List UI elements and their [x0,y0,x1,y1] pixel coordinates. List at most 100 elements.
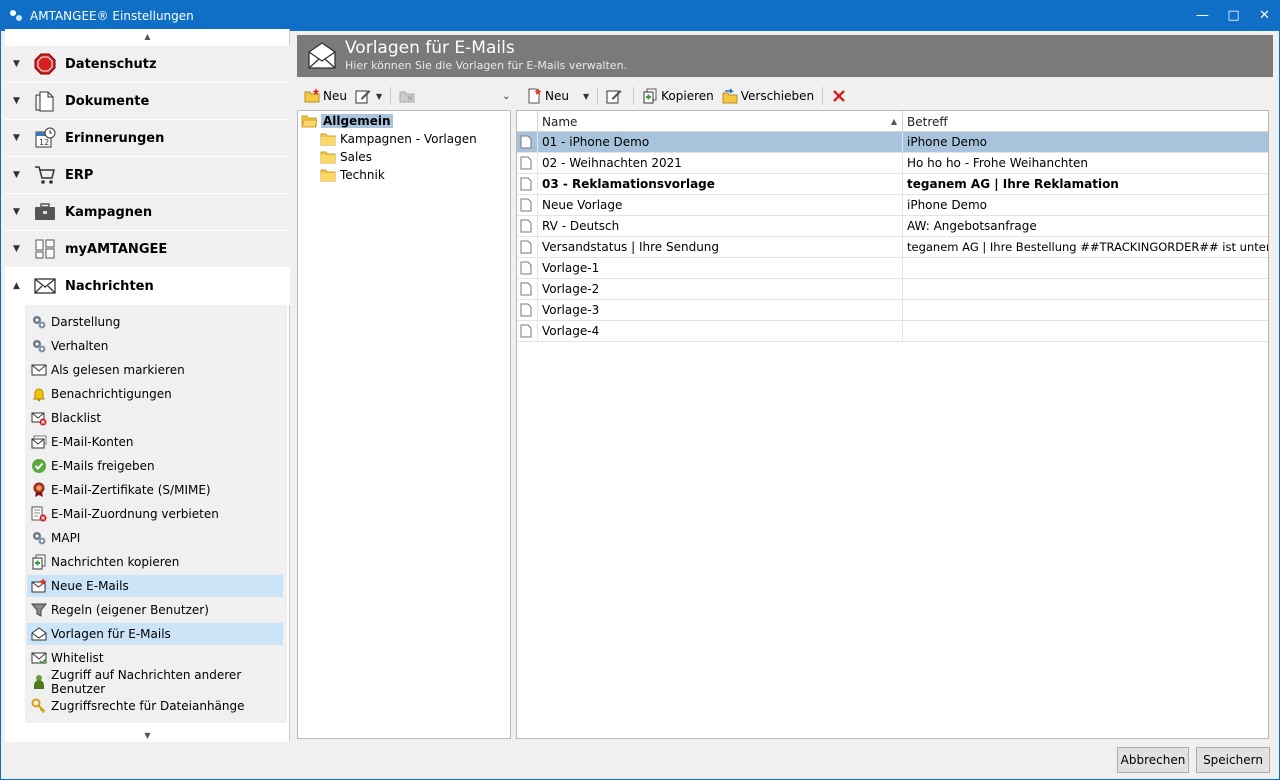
folder-tree: Allgemein Kampagnen - Vorlagen Sales Tec… [297,110,511,739]
sidebar-category-erp[interactable]: ▼ ERP [5,157,290,194]
delete-folder-button[interactable] [395,85,422,107]
table-row[interactable]: Vorlage-1 [517,258,1268,279]
sidebar: ▲ ▼ Datenschutz ▼ Dokumente ▼ 12 Erinner… [5,29,290,742]
table-row[interactable]: Vorlage-2 [517,279,1268,300]
table-row[interactable]: Vorlage-4 [517,321,1268,342]
document-icon [520,240,532,254]
document-icon [520,324,532,338]
page-subtitle: Hier können Sie die Vorlagen für E-Mails… [345,59,628,72]
gears-icon [31,314,47,330]
table-row[interactable]: Vorlage-3 [517,300,1268,321]
sidebar-item-emails-freigeben[interactable]: E-Mails freigeben [27,455,283,477]
expand-arrow-icon: ▲ [13,281,20,291]
collapse-arrow-icon: ▼ [13,170,20,180]
sidebar-item-neue-emails[interactable]: Neue E-Mails [27,575,283,597]
folder-icon [320,169,336,182]
template-toolbar: Neu ▼ Kopieren Verschieben [522,84,1262,108]
new-folder-button[interactable]: Neu [300,85,351,107]
tree-node-allgemein[interactable]: Allgemein [301,112,393,130]
tree-node-technik[interactable]: Technik [320,166,385,184]
title-bar: AMTANGEE® Einstellungen — □ ✕ [0,0,1280,31]
document-icon [520,282,532,296]
move-folder-icon [722,88,738,104]
sidebar-category-datenschutz[interactable]: ▼ Datenschutz [5,46,290,83]
table-row[interactable]: Neue Vorlage iPhone Demo [517,195,1268,216]
envelope-accounts-icon [31,434,47,450]
document-icon [520,219,532,233]
sidebar-item-blacklist[interactable]: Blacklist [27,407,283,429]
grid-icon [33,237,57,261]
table-row[interactable]: Versandstatus | Ihre Sendung teganem AG … [517,237,1268,258]
table-row[interactable]: 03 - Reklamationsvorlage teganem AG | Ih… [517,174,1268,195]
folder-icon [320,133,336,146]
calendar-clock-icon: 12 [33,126,57,150]
window-title: AMTANGEE® Einstellungen [30,8,194,23]
sidebar-item-zugriff-auf-nachrichten[interactable]: Zugriff auf Nachrichten anderer Benutzer [27,668,283,696]
stop-sign-icon [33,52,57,76]
sidebar-item-email-konten[interactable]: E-Mail-Konten [27,431,283,453]
scroll-down-icon[interactable]: ▼ [5,728,290,742]
sidebar-item-regeln[interactable]: Regeln (eigener Benutzer) [27,599,283,621]
folder-icon [320,151,336,164]
column-header-betreff[interactable]: Betreff [903,111,1268,132]
edit-template-button[interactable] [602,85,629,107]
dropdown-arrow-icon[interactable]: ▼ [376,92,382,101]
open-envelope-icon [307,40,337,70]
sidebar-category-myamtangee[interactable]: ▼ myAMTANGEE [5,231,290,268]
toolbar-separator [597,87,599,105]
sidebar-item-email-zertifikate[interactable]: E-Mail-Zertifikate (S/MIME) [27,479,283,501]
save-button[interactable]: Speichern [1196,747,1270,773]
sidebar-category-label: myAMTANGEE [65,241,168,257]
page-header: Vorlagen für E-Mails Hier können Sie die… [297,35,1273,77]
collapse-arrow-icon: ▼ [13,207,20,217]
app-icon [8,8,24,24]
tree-node-kampagnen-vorlagen[interactable]: Kampagnen - Vorlagen [320,130,477,148]
new-mail-icon [31,578,47,594]
sidebar-item-whitelist[interactable]: Whitelist [27,647,283,669]
close-icon[interactable]: ✕ [1249,0,1280,31]
new-template-button[interactable]: Neu ▼ [522,85,593,107]
sidebar-item-mapi[interactable]: MAPI [27,527,283,549]
sidebar-item-zugriffsrechte-dateianhaenge[interactable]: Zugriffsrechte für Dateianhänge [27,695,283,717]
copy-template-button[interactable]: Kopieren [638,85,718,107]
gears-icon [31,530,47,546]
document-icon [520,156,532,170]
table-row[interactable]: 02 - Weihnachten 2021 Ho ho ho - Frohe W… [517,153,1268,174]
delete-template-button[interactable] [827,85,854,107]
sidebar-item-email-zuordnung-verbieten[interactable]: E-Mail-Zuordnung verbieten [27,503,283,525]
sidebar-category-kampagnen[interactable]: ▼ Kampagnen [5,194,290,231]
template-grid: Name ▲ Betreff 01 - iPhone Demo iPhone D… [516,110,1269,739]
sidebar-item-nachrichten-kopieren[interactable]: Nachrichten kopieren [27,551,283,573]
sidebar-item-verhalten[interactable]: Verhalten [27,335,283,357]
sidebar-item-vorlagen-fuer-emails[interactable]: Vorlagen für E-Mails [27,623,283,645]
bell-icon [31,386,47,402]
icon-column-header[interactable] [517,111,538,132]
maximize-icon[interactable]: □ [1218,0,1249,31]
minimize-icon[interactable]: — [1187,0,1218,31]
user-icon [31,674,47,690]
move-template-button[interactable]: Verschieben [718,85,818,107]
collapse-arrow-icon: ▼ [13,133,20,143]
sidebar-category-label: ERP [65,167,94,183]
scroll-up-icon[interactable]: ▲ [5,29,290,43]
sidebar-item-benachrichtigungen[interactable]: Benachrichtigungen [27,383,283,405]
chevron-down-icon[interactable]: ⌄ [502,91,510,102]
sidebar-item-darstellung[interactable]: Darstellung [27,311,283,333]
edit-folder-button[interactable]: ▼ [351,85,386,107]
copy-icon [642,88,658,104]
sidebar-item-als-gelesen-markieren[interactable]: Als gelesen markieren [27,359,283,381]
dropdown-arrow-icon[interactable]: ▼ [583,92,589,101]
sidebar-category-dokumente[interactable]: ▼ Dokumente [5,83,290,120]
table-row[interactable]: 01 - iPhone Demo iPhone Demo [517,132,1268,153]
table-row[interactable]: RV - Deutsch AW: Angebotsanfrage [517,216,1268,237]
cancel-button[interactable]: Abbrechen [1117,747,1189,773]
delete-icon [831,88,847,104]
new-document-icon [526,88,542,104]
briefcase-icon [33,200,57,224]
tree-node-sales[interactable]: Sales [320,148,372,166]
sidebar-category-erinnerungen[interactable]: ▼ 12 Erinnerungen [5,120,290,157]
column-header-name[interactable]: Name ▲ [538,111,903,132]
sidebar-category-nachrichten[interactable]: ▲ Nachrichten [5,268,290,305]
sidebar-category-label: Kampagnen [65,204,153,220]
sidebar-category-label: Dokumente [65,93,150,109]
